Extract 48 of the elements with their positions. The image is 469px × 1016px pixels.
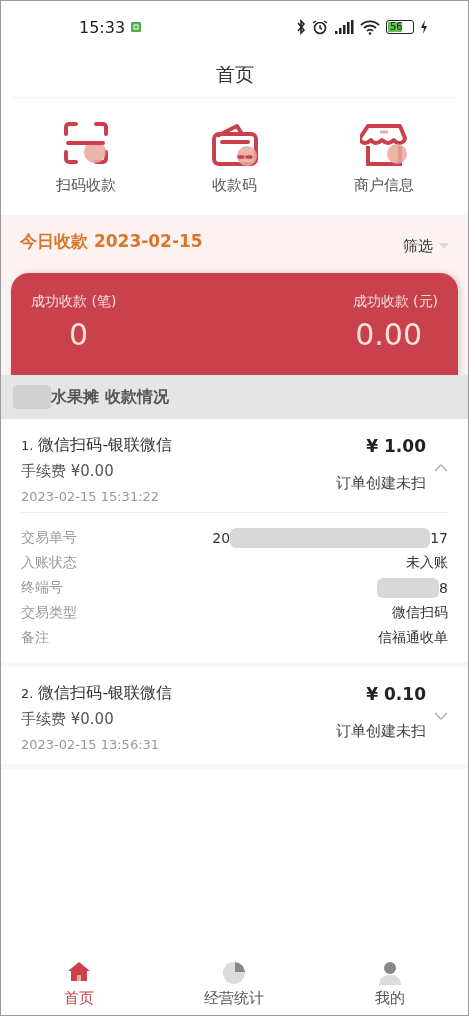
detail-value: 微信扫码 bbox=[392, 603, 448, 622]
detail-value: 17 bbox=[430, 529, 448, 546]
transaction-amount: ¥ 1.00 bbox=[366, 435, 426, 456]
dropdown-icon bbox=[439, 243, 449, 249]
transaction-time: 2023-02-15 13:56:31 bbox=[21, 737, 161, 752]
fee-text: 手续费 ¥0.00 bbox=[21, 710, 115, 729]
quick-action-button[interactable]: 收款码 bbox=[179, 120, 290, 195]
clock-time: 15:33 bbox=[79, 17, 126, 37]
summary-label: 成功收款 (笔) bbox=[31, 293, 117, 311]
detail-label: 入账状态 bbox=[21, 553, 77, 572]
tab-item[interactable]: 首页 bbox=[23, 960, 134, 1008]
signal-icon bbox=[334, 19, 354, 35]
detail-label: 备注 bbox=[21, 628, 49, 647]
summary-value: 0 bbox=[69, 317, 89, 352]
detail-value: 未入账 bbox=[406, 553, 448, 572]
section-title: 水果摊 收款情况 bbox=[51, 386, 169, 408]
bluetooth-icon bbox=[296, 19, 306, 35]
quick-action-button[interactable]: 扫码收款 bbox=[30, 120, 141, 195]
alarm-icon bbox=[312, 19, 328, 35]
expand-icon[interactable] bbox=[434, 712, 448, 720]
tab-item[interactable]: 经营统计 bbox=[179, 960, 290, 1008]
date-heading: 今日收款 2023-02-15 bbox=[20, 229, 203, 253]
charging-icon bbox=[420, 20, 428, 34]
order-status: 订单创建未扫 bbox=[336, 722, 426, 741]
quick-action-button[interactable]: 商户信息 bbox=[328, 120, 439, 195]
order-status: 订单创建未扫 bbox=[336, 474, 426, 493]
battery-level: 56 bbox=[388, 22, 403, 32]
summary-label: 成功收款 (元) bbox=[352, 293, 438, 311]
detail-value: 20 bbox=[212, 529, 231, 546]
detail-value: 信福通收单 bbox=[378, 628, 448, 647]
summary-value: 0.00 bbox=[355, 317, 422, 352]
transaction-amount: ¥ 0.10 bbox=[366, 683, 426, 704]
detail-value: 8 bbox=[439, 579, 448, 596]
notification-icon bbox=[131, 22, 142, 32]
transaction-title: 1. 微信扫码-银联微信 bbox=[21, 435, 173, 456]
transaction-title: 2. 微信扫码-银联微信 bbox=[21, 683, 173, 704]
transaction-time: 2023-02-15 15:31:22 bbox=[21, 489, 161, 504]
detail-label: 终端号 bbox=[21, 578, 63, 597]
collapse-icon[interactable] bbox=[434, 464, 448, 472]
detail-label: 交易单号 bbox=[21, 528, 77, 547]
tab-item[interactable]: 我的 bbox=[335, 960, 446, 1008]
stats-icon bbox=[222, 960, 247, 985]
wifi-icon bbox=[360, 19, 380, 35]
fee-text: 手续费 ¥0.00 bbox=[21, 462, 115, 481]
filter-button[interactable]: 筛选 bbox=[403, 236, 449, 256]
detail-label: 交易类型 bbox=[21, 603, 77, 622]
profile-icon bbox=[378, 960, 403, 985]
page-title: 首页 bbox=[215, 62, 254, 87]
